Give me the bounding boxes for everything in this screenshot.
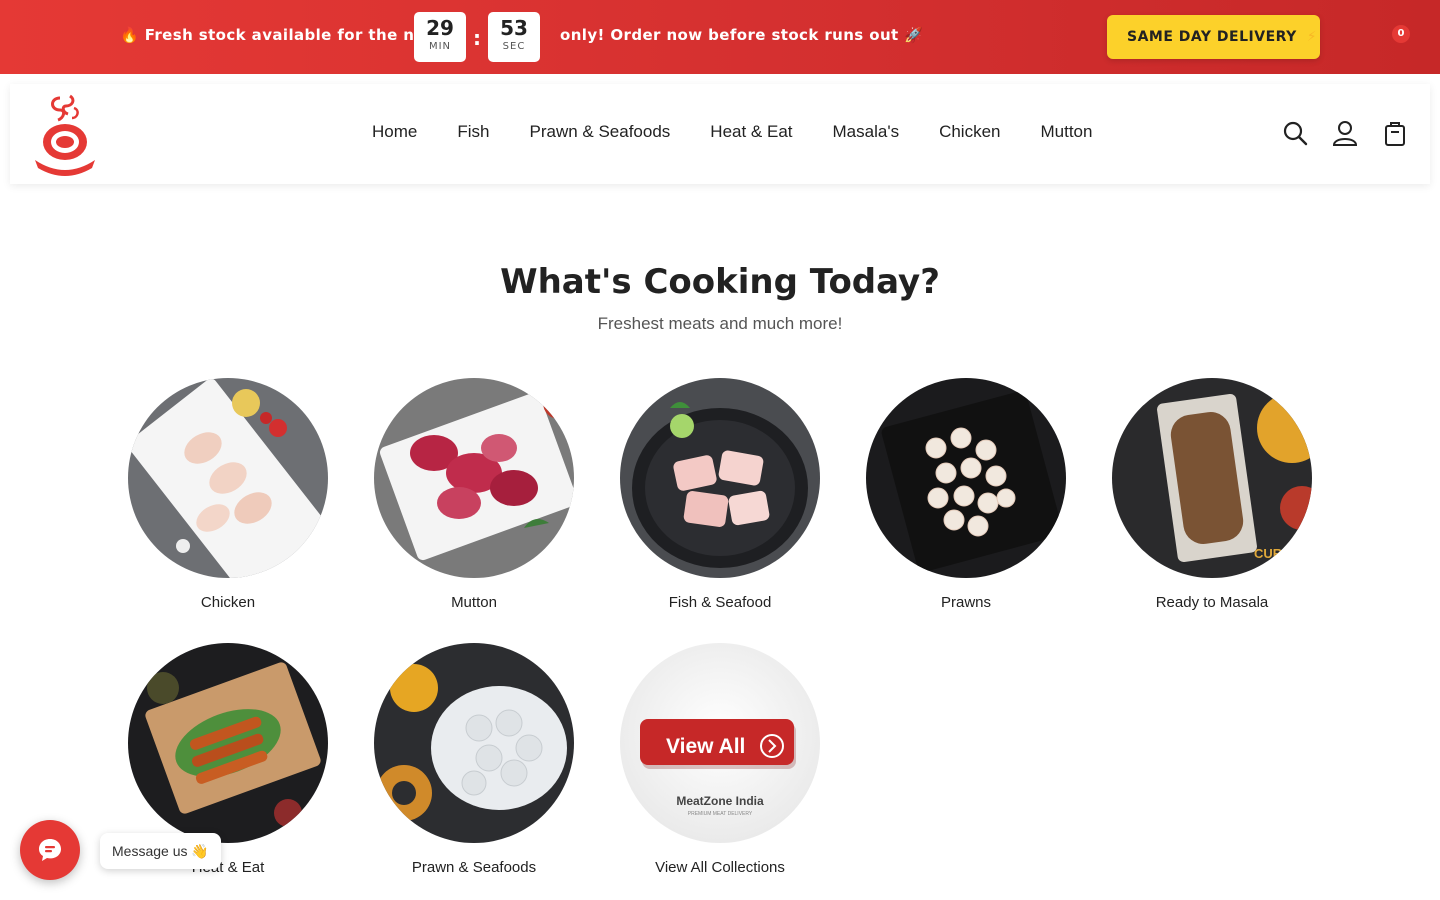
countdown-seconds-unit: SEC	[502, 41, 526, 52]
fish-image[interactable]	[620, 378, 820, 578]
masala-image[interactable]: CURRY MASALA	[1112, 378, 1312, 578]
site-header: Home Fish Prawn & Seafoods Heat & Eat Ma…	[10, 84, 1430, 184]
nav-item-prawn-seafoods[interactable]: Prawn & Seafoods	[529, 122, 670, 142]
same-day-delivery-label: SAME DAY DELIVERY	[1127, 29, 1297, 45]
category-card-view-all[interactable]: View All MeatZone India PREMIUM MEAT DEL…	[620, 643, 820, 876]
nav-item-mutton[interactable]: Mutton	[1041, 122, 1093, 142]
lightning-icon: ⚡	[1306, 29, 1318, 45]
category-label: Prawn & Seafoods	[411, 859, 537, 876]
category-card-prawn-seafoods[interactable]: Prawn & Seafoods	[374, 643, 574, 876]
announcement-right-text: only! Order now before stock runs out 🚀	[560, 26, 924, 44]
category-card-prawns[interactable]: Prawns	[866, 378, 1066, 611]
prawns-image[interactable]	[866, 378, 1066, 578]
category-label: Prawns	[940, 594, 992, 611]
category-card-mutton[interactable]: Mutton	[374, 378, 574, 611]
view-all-brand-text: MeatZone India	[676, 794, 764, 808]
countdown-minutes-value: 29	[426, 16, 454, 40]
view-all-image[interactable]: View All MeatZone India PREMIUM MEAT DEL…	[620, 643, 820, 843]
heat-eat-image[interactable]	[128, 643, 328, 843]
countdown-separator: :	[473, 26, 481, 50]
category-card-fish-seafood[interactable]: Fish & Seafood	[620, 378, 820, 611]
chat-message-bubble[interactable]: Message us 👋	[100, 833, 221, 869]
announcement-bar: 🔥 Fresh stock available for the next 29 …	[0, 0, 1440, 74]
category-label: Chicken	[200, 594, 256, 611]
meatzone-logo-icon[interactable]	[32, 92, 98, 176]
countdown-seconds: 53 SEC	[488, 12, 540, 62]
search-icon[interactable]	[1282, 120, 1308, 146]
chat-icon	[39, 839, 61, 861]
nav-item-fish[interactable]: Fish	[457, 122, 489, 142]
category-card-ready-to-masala[interactable]: CURRY MASALA Ready to Masala	[1112, 378, 1312, 611]
nav-item-chicken[interactable]: Chicken	[939, 122, 1000, 142]
countdown-minutes-unit: MIN	[428, 41, 452, 52]
prawn-seafoods-image[interactable]	[374, 643, 574, 843]
cart-count-badge: 0	[1392, 25, 1410, 43]
nav-item-masalas[interactable]: Masala's	[833, 122, 900, 142]
category-label: Ready to Masala	[1155, 594, 1269, 611]
nav-item-home[interactable]: Home	[372, 122, 417, 142]
main-nav: Home Fish Prawn & Seafoods Heat & Eat Ma…	[372, 122, 1132, 142]
category-label: Fish & Seafood	[668, 594, 772, 611]
category-label: View All Collections	[655, 859, 785, 876]
countdown-seconds-value: 53	[500, 16, 528, 40]
announcement-left-text: 🔥 Fresh stock available for the next	[120, 26, 443, 44]
view-all-tile-text: View All	[666, 735, 745, 758]
masala-pack-text: CURRY MASALA	[1254, 546, 1312, 561]
section-subtitle: Freshest meats and much more!	[597, 314, 843, 333]
view-all-tagline-text: PREMIUM MEAT DELIVERY	[688, 811, 753, 817]
cart-icon[interactable]	[1382, 120, 1408, 146]
chicken-image[interactable]	[128, 378, 328, 578]
nav-item-heat-eat[interactable]: Heat & Eat	[710, 122, 792, 142]
category-card-chicken[interactable]: Chicken	[128, 378, 328, 611]
mutton-image[interactable]	[374, 378, 574, 578]
category-label: Mutton	[451, 594, 497, 611]
chat-button[interactable]	[20, 820, 80, 880]
same-day-delivery-button[interactable]: SAME DAY DELIVERY ⚡	[1107, 15, 1320, 59]
user-icon[interactable]	[1332, 120, 1358, 146]
section-title: What's Cooking Today?	[500, 262, 940, 302]
countdown-minutes: 29 MIN	[414, 12, 466, 62]
